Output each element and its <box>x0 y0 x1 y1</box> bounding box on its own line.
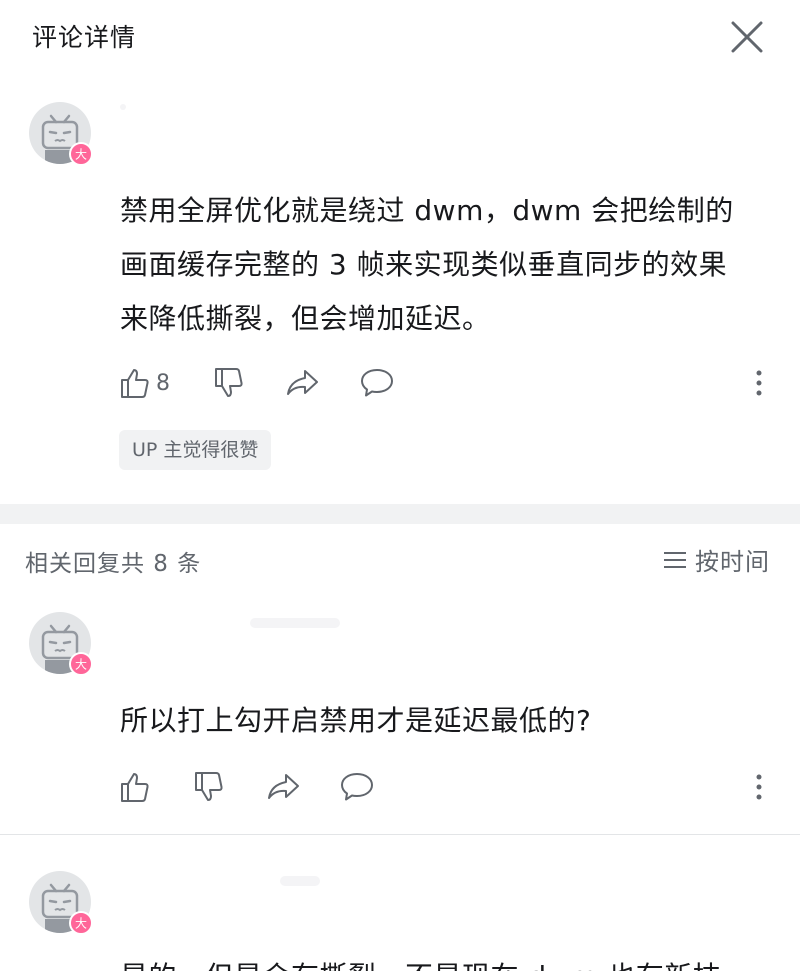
comment-line: 来降低撕裂，但会增加延迟。 <box>120 302 491 335</box>
username-placeholder <box>120 104 126 110</box>
like-button[interactable] <box>118 770 152 804</box>
up-liked-tag: UP 主觉得很赞 <box>119 430 272 470</box>
comment-line: 画面缓存完整的 3 帧来实现类似垂直同步的效果 <box>120 248 728 281</box>
sort-button[interactable]: 按时间 <box>663 542 770 577</box>
share-button[interactable] <box>266 770 302 804</box>
dislike-button[interactable] <box>192 770 226 804</box>
like-count: 8 <box>156 370 170 396</box>
section-divider <box>0 504 800 524</box>
level-badge-icon: 大 <box>69 652 93 676</box>
row-divider <box>0 834 800 835</box>
reply-text: 所以打上勾开启禁用才是延迟最低的? <box>120 704 592 737</box>
close-icon <box>731 21 763 53</box>
thumbs-up-icon <box>121 369 149 398</box>
share-icon <box>268 774 299 799</box>
thumbs-up-icon <box>121 773 149 802</box>
reply-text: 是的，但是会有撕裂，不是现在 dwm 也有新技 <box>120 950 780 971</box>
svg-text:大: 大 <box>75 148 87 162</box>
level-badge-icon: 大 <box>69 911 93 935</box>
avatar[interactable]: 大 <box>29 871 93 935</box>
header-bar: 评论详情 <box>0 0 800 72</box>
thumbs-down-icon <box>215 368 243 397</box>
sort-label: 按时间 <box>695 548 770 576</box>
close-button[interactable] <box>726 16 768 58</box>
list-icon <box>664 551 686 568</box>
comment-line: 禁用全屏优化就是绕过 dwm，dwm 会把绘制的 <box>120 194 734 227</box>
more-vertical-icon <box>756 370 762 396</box>
share-button[interactable] <box>285 366 321 400</box>
comment-bubble-icon <box>361 369 393 397</box>
reply-button[interactable] <box>359 366 395 400</box>
svg-text:大: 大 <box>75 658 87 672</box>
comment-text: 禁用全屏优化就是绕过 dwm，dwm 会把绘制的 画面缓存完整的 3 帧来实现类… <box>120 184 770 346</box>
avatar[interactable]: 大 <box>29 612 93 676</box>
dislike-button[interactable] <box>212 366 246 400</box>
thumbs-down-icon <box>195 772 223 801</box>
avatar[interactable]: 大 <box>29 102 93 166</box>
page-title: 评论详情 <box>32 23 137 52</box>
more-options-button[interactable] <box>749 769 769 805</box>
username-placeholder <box>250 618 340 628</box>
share-icon <box>287 370 318 395</box>
replies-count-label: 相关回复共 8 条 <box>25 551 202 577</box>
svg-text:大: 大 <box>75 917 87 931</box>
more-options-button[interactable] <box>749 365 769 401</box>
reply-button[interactable] <box>339 770 375 804</box>
more-vertical-icon <box>756 774 762 800</box>
level-badge-icon: 大 <box>69 142 93 166</box>
username-placeholder <box>280 876 320 886</box>
comment-bubble-icon <box>341 773 373 801</box>
like-button[interactable]: 8 <box>118 366 170 400</box>
